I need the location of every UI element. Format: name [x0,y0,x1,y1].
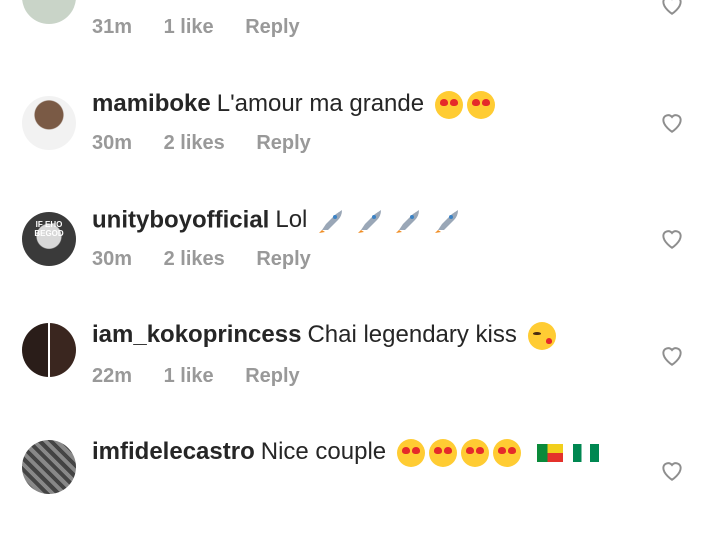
heart-icon[interactable] [659,0,685,16]
rocket-emoji-icon [396,210,420,233]
comment-text: Chai legendary kiss [307,321,517,348]
comment-body: mamiboke L'amour ma grande [92,90,495,119]
heart-eyes-emoji-icon [396,438,425,467]
heart-eyes-emoji-icon [434,90,463,119]
reply-button[interactable]: Reply [256,248,310,270]
username[interactable]: iam_kokoprincess [92,321,301,348]
comment-time: 30m [92,248,133,270]
comment-meta: 22m 1 like Reply [92,365,326,388]
like-count[interactable]: 2 likes [164,248,225,270]
like-count[interactable]: 2 likes [164,132,225,154]
heart-icon[interactable] [659,110,685,134]
benin-flag-icon [537,443,564,462]
avatar[interactable] [22,323,76,377]
avatar[interactable]: IF EHO BEGOD [22,212,76,266]
comment-text: L'amour ma grande [216,90,425,117]
avatar[interactable] [22,0,76,24]
reply-button[interactable]: Reply [256,132,310,154]
comment-1: mamiboke L'amour ma grande 30m 2 likes Re… [0,80,720,190]
comment-text: Nice couple [260,438,387,465]
comment-meta: 30m 2 likes Reply [92,248,337,271]
comment-time: 30m [92,132,133,154]
reply-button[interactable]: Reply [245,16,299,38]
heart-eyes-emoji-icon [428,438,457,467]
avatar[interactable] [22,96,76,150]
comment-4: imfidelecastro Nice couple [0,430,720,540]
heart-eyes-emoji-icon [466,90,495,119]
username[interactable]: mamiboke [92,90,211,117]
reply-button[interactable]: Reply [245,365,299,387]
comment-body: iam_kokoprincess Chai legendary kiss [92,321,556,350]
nigeria-flag-icon [573,443,600,462]
comment-body: imfidelecastro Nice couple [92,438,600,467]
username[interactable]: imfidelecastro [92,438,255,465]
kissing-emoji-icon [527,321,556,350]
heart-eyes-emoji-icon [460,438,489,467]
comment-time: 31m [92,16,133,38]
heart-icon[interactable] [659,458,685,482]
heart-eyes-emoji-icon [492,438,521,467]
comment-meta: 31m 1 like Reply [92,16,326,39]
comment-meta: 30m 2 likes Reply [92,132,337,155]
comment-2: IF EHO BEGOD unityboyofficial Lol 30m 2 l… [0,196,720,306]
rocket-emoji-icon [357,210,381,233]
avatar-label: IF EHO BEGOD [34,220,64,238]
rocket-emoji-icon [435,210,459,233]
comment-time: 22m [92,365,133,387]
username[interactable]: unityboyofficial [92,206,269,233]
like-count[interactable]: 1 like [164,16,214,38]
comment-3: iam_kokoprincess Chai legendary kiss 22m … [0,313,720,423]
heart-icon[interactable] [659,343,685,367]
like-count[interactable]: 1 like [164,365,214,387]
comment-body: unityboyofficial Lol [92,206,462,236]
rocket-emoji-icon [319,210,343,233]
heart-icon[interactable] [659,226,685,250]
comment-text: Lol [275,206,308,234]
